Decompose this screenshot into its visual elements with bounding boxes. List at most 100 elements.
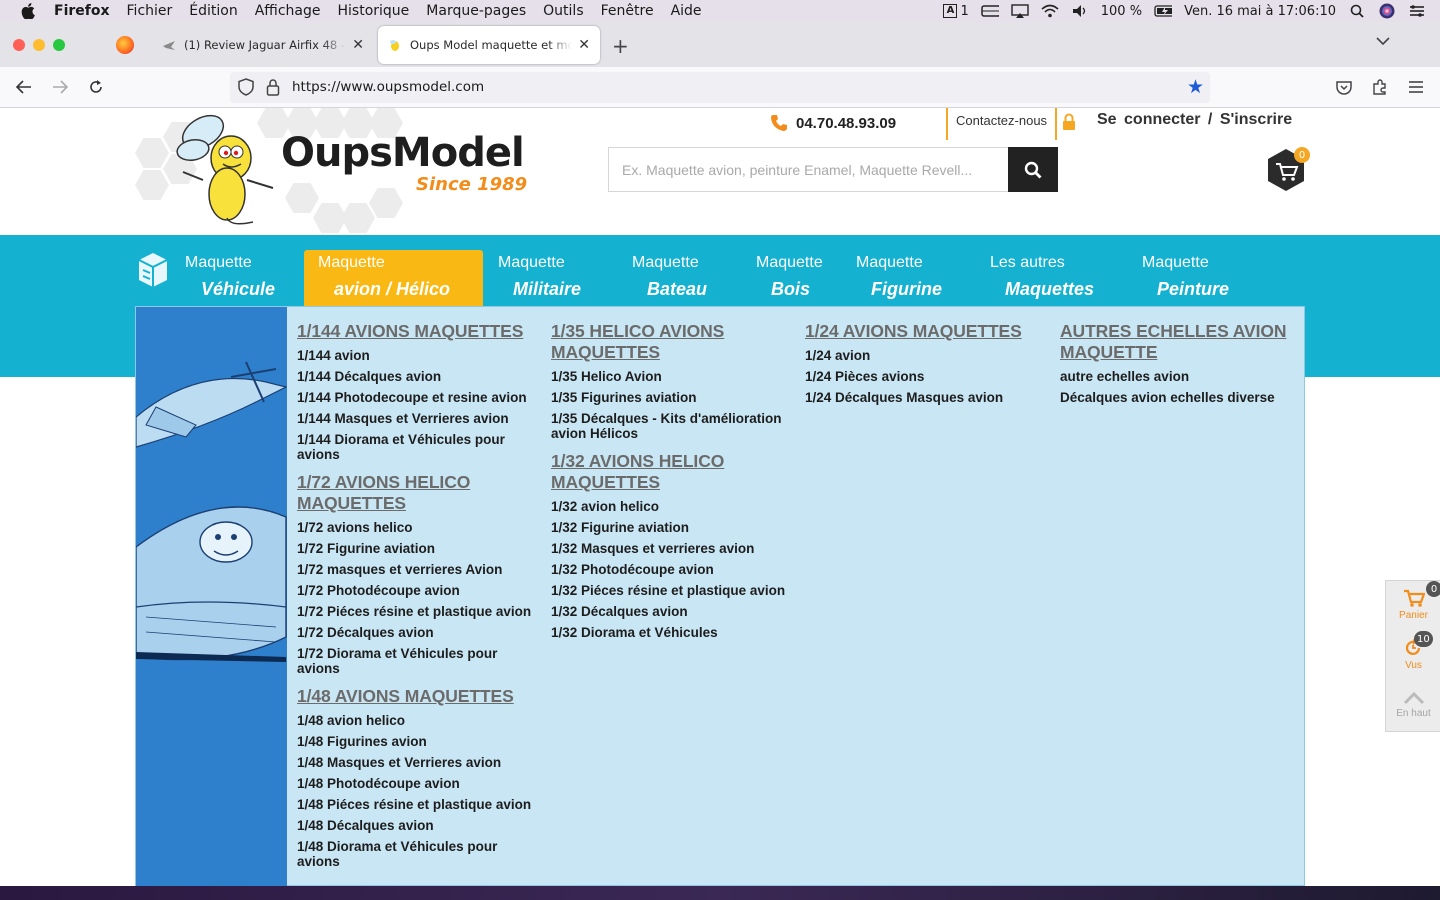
tab-oupsmodel-active[interactable]: Oups Model maquette et modèl ✕ [378, 26, 600, 64]
menu-link[interactable]: 1/72 Photodécoupe avion [297, 583, 537, 598]
nav-maquette-bois[interactable]: Maquette Bois [756, 250, 846, 306]
menu-link[interactable]: 1/32 Décalques avion [551, 604, 791, 619]
menu-link[interactable]: 1/48 Décalques avion [297, 818, 537, 833]
menu-link[interactable]: 1/32 avion helico [551, 499, 791, 514]
menu-link[interactable]: 1/144 Décalques avion [297, 369, 537, 384]
spotlight-search-icon[interactable] [1348, 4, 1366, 18]
menu-link[interactable]: 1/48 Photodécoupe avion [297, 776, 537, 791]
menu-link[interactable]: 1/24 avion [805, 348, 1045, 363]
nav-maquette-peinture[interactable]: Maquette Peinture [1142, 250, 1252, 306]
nav-maquette-militaire[interactable]: Maquette Militaire [498, 250, 608, 306]
drive-icon[interactable] [981, 4, 999, 18]
menu-link[interactable]: 1/144 Diorama et Véhicules pour avions [297, 432, 537, 462]
pocket-icon[interactable] [1334, 77, 1354, 97]
menu-link[interactable]: 1/72 Décalques avion [297, 625, 537, 640]
header-cart[interactable]: 0 [1266, 147, 1310, 192]
menu-link[interactable]: 1/24 Pièces avions [805, 369, 1045, 384]
forward-arrow-icon[interactable] [50, 77, 70, 97]
menu-link[interactable]: 1/32 Photodécoupe avion [551, 562, 791, 577]
menu-link[interactable]: 1/48 Piéces résine et plastique avion [297, 797, 537, 812]
menu-marque-pages[interactable]: Marque-pages [426, 3, 526, 19]
control-center-icon[interactable] [1408, 4, 1426, 18]
zoom-window-button[interactable] [53, 39, 65, 51]
widget-vus[interactable]: Vus [1386, 639, 1440, 671]
list-all-tabs-chevron-icon[interactable] [1376, 34, 1390, 50]
close-window-button[interactable] [13, 39, 25, 51]
menu-link[interactable]: 1/35 Décalques - Kits d'amélioration avi… [551, 411, 791, 441]
url-bar[interactable]: https://www.oupsmodel.com ★ [230, 72, 1210, 103]
menu-edition[interactable]: Édition [189, 3, 237, 19]
apple-icon[interactable] [20, 3, 36, 19]
menu-link[interactable]: 1/48 Diorama et Véhicules pour avions [297, 839, 537, 869]
menu-link[interactable]: 1/72 Figurine aviation [297, 541, 537, 556]
menu-fenetre[interactable]: Fenêtre [601, 3, 654, 19]
menu-heading-1-48[interactable]: 1/48 AVIONS MAQUETTES [297, 686, 537, 707]
menu-app-firefox[interactable]: Firefox [54, 3, 110, 19]
keyboard-layout-indicator[interactable]: A1 [943, 4, 969, 19]
menu-link[interactable]: 1/72 avions helico [297, 520, 537, 535]
search-button[interactable] [1008, 147, 1058, 192]
menu-link[interactable]: 1/24 Décalques Masques avion [805, 390, 1045, 405]
reload-icon[interactable] [86, 77, 106, 97]
menu-link[interactable]: 1/32 Masques et verrieres avion [551, 541, 791, 556]
menu-affichage[interactable]: Affichage [255, 3, 321, 19]
menu-heading-1-24[interactable]: 1/24 AVIONS MAQUETTES [805, 321, 1045, 342]
menu-aide[interactable]: Aide [671, 3, 702, 19]
tracking-protection-shield-icon[interactable] [238, 78, 254, 100]
nav-autres-maquettes[interactable]: Les autres Maquettes [990, 250, 1120, 306]
menu-heading-1-72[interactable]: 1/72 AVIONS HELICO MAQUETTES [297, 472, 537, 514]
menu-link[interactable]: 1/144 Masques et Verrieres avion [297, 411, 537, 426]
minimize-window-button[interactable] [33, 39, 45, 51]
nav-maquette-avion-helico[interactable]: Maquette avion / Hélico [304, 250, 483, 306]
battery-charging-icon[interactable] [1154, 4, 1173, 18]
connection-lock-icon[interactable] [266, 78, 280, 100]
firefox-pinned-tab-icon[interactable] [116, 36, 134, 54]
close-tab-icon[interactable]: ✕ [352, 37, 364, 53]
hamburger-menu-icon[interactable] [1406, 77, 1426, 97]
url-text[interactable]: https://www.oupsmodel.com [292, 79, 484, 95]
menu-outils[interactable]: Outils [543, 3, 583, 19]
menu-link[interactable]: 1/32 Figurine aviation [551, 520, 791, 535]
nav-maquette-vehicule[interactable]: Maquette Véhicule [175, 250, 295, 306]
clock-datetime[interactable]: Ven. 16 mai à 17:06:10 [1184, 4, 1336, 19]
wifi-icon[interactable] [1041, 4, 1059, 18]
new-tab-plus-icon[interactable]: + [612, 34, 629, 58]
menu-link[interactable]: autre echelles avion [1060, 369, 1300, 384]
login-register-link[interactable]: Se connecter / S'inscrire [1097, 111, 1292, 129]
menu-link[interactable]: 1/35 Helico Avion [551, 369, 791, 384]
menu-link[interactable]: 1/35 Figurines aviation [551, 390, 791, 405]
menu-link[interactable]: 1/48 Masques et Verrieres avion [297, 755, 537, 770]
menu-heading-1-144[interactable]: 1/144 AVIONS MAQUETTES [297, 321, 537, 342]
extensions-puzzle-icon[interactable] [1370, 77, 1390, 97]
siri-icon[interactable] [1378, 3, 1396, 19]
menu-heading-1-35[interactable]: 1/35 HELICO AVIONS MAQUETTES [551, 321, 791, 363]
nav-maquette-figurine[interactable]: Maquette Figurine [856, 250, 966, 306]
menu-link[interactable]: Décalques avion echelles diverse [1060, 390, 1300, 405]
volume-icon[interactable] [1071, 4, 1089, 18]
phone-number[interactable]: 04.70.48.93.09 [770, 114, 896, 132]
tab-review-jaguar[interactable]: (1) Review Jaguar Airfix 48 - Pa ✕ [152, 26, 374, 64]
search-input[interactable] [609, 148, 1009, 191]
widget-scroll-top[interactable]: En haut [1386, 691, 1440, 719]
menu-link[interactable]: 1/72 masques et verrieres Avion [297, 562, 537, 577]
text-input-icon: A [943, 4, 958, 18]
menu-link[interactable]: 1/72 Diorama et Véhicules pour avions [297, 646, 537, 676]
menu-link[interactable]: 1/48 avion helico [297, 713, 537, 728]
menu-heading-autres-echelles[interactable]: AUTRES ECHELLES AVION MAQUETTE [1060, 321, 1300, 363]
menu-fichier[interactable]: Fichier [127, 3, 173, 19]
menu-link[interactable]: 1/32 Piéces résine et plastique avion [551, 583, 791, 598]
menu-heading-1-32[interactable]: 1/32 AVIONS HELICO MAQUETTES [551, 451, 791, 493]
nav-maquette-bateau[interactable]: Maquette Bateau [632, 250, 732, 306]
close-tab-icon[interactable]: ✕ [578, 37, 590, 53]
menu-link[interactable]: 1/48 Figurines avion [297, 734, 537, 749]
menu-link[interactable]: 1/144 Photodecoupe et resine avion [297, 390, 537, 405]
bookmark-star-icon[interactable]: ★ [1187, 76, 1204, 98]
oupsmodel-logo[interactable]: OupsModel Since 1989 [135, 108, 535, 233]
menu-historique[interactable]: Historique [338, 3, 410, 19]
contact-link[interactable]: Contactez-nous [946, 108, 1058, 140]
menu-link[interactable]: 1/144 avion [297, 348, 537, 363]
menu-link[interactable]: 1/72 Piéces résine et plastique avion [297, 604, 537, 619]
airplay-icon[interactable] [1011, 4, 1029, 18]
menu-link[interactable]: 1/32 Diorama et Véhicules [551, 625, 791, 640]
back-arrow-icon[interactable] [14, 77, 34, 97]
